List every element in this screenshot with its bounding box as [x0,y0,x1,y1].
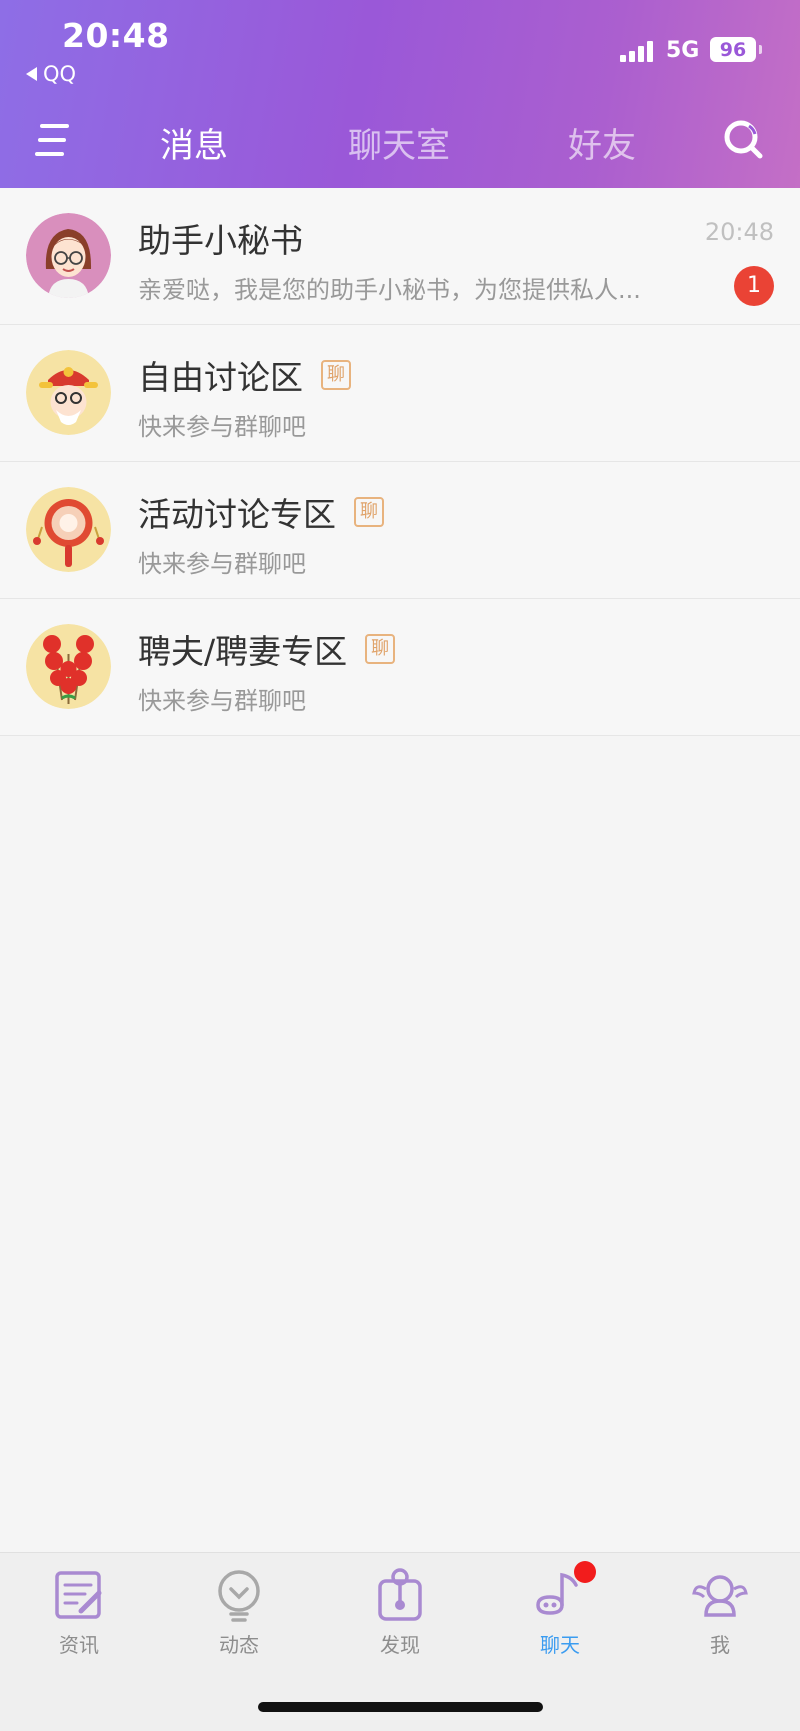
search-icon[interactable] [722,118,764,160]
tabbar-label: 动态 [219,1633,259,1657]
profile-icon [692,1575,748,1617]
group-chat-tag: 聊 [365,634,396,664]
conversation-preview: 快来参与群聊吧 [138,687,306,715]
battery-tip [759,45,762,54]
conversation-title: 聘夫/聘妻专区 聊 [138,625,396,673]
conversation-row[interactable]: 聘夫/聘妻专区 聊 快来参与群聊吧 [0,599,800,736]
conversation-name: 活动讨论专区 [138,495,336,534]
conversation-time: 20:48 [704,218,774,246]
conversation-row[interactable]: 自由讨论区 聊 快来参与群聊吧 [0,325,800,462]
tabbar-label: 聊天 [540,1633,580,1657]
back-app-label: QQ [43,62,77,86]
conversation-name: 助手小秘书 [138,221,303,260]
assistant-avatar-icon [26,213,111,298]
rattle-drum-avatar-icon [26,487,111,572]
chat-icon [532,1561,596,1623]
tabbar-label: 发现 [380,1633,420,1657]
conversation-row[interactable]: 活动讨论专区 聊 快来参与群聊吧 [0,462,800,599]
conversation-name: 聘夫/聘妻专区 [138,632,348,671]
menu-icon[interactable] [34,122,70,158]
group-chat-tag: 聊 [321,360,351,390]
home-indicator[interactable] [258,1702,543,1712]
back-to-app-link[interactable]: QQ [26,62,76,86]
news-icon [55,1571,102,1619]
conversation-row[interactable]: 助手小秘书 亲爱哒，我是您的助手小秘书，为您提供私人... 20:48 1 [0,188,800,325]
tab-friends[interactable]: 好友 [568,118,636,167]
conversation-list: 助手小秘书 亲爱哒，我是您的助手小秘书，为您提供私人... 20:48 1 自由… [0,188,800,736]
tabbar-item-discover[interactable]: 发现 [345,1563,455,1673]
tabbar-item-moments[interactable]: 动态 [184,1563,294,1673]
tab-messages[interactable]: 消息 [160,118,228,167]
battery-icon: 96 [710,37,756,62]
tabbar-label: 我 [710,1633,730,1657]
discover-icon [378,1568,422,1621]
conversation-preview: 亲爱哒，我是您的助手小秘书，为您提供私人... [138,276,641,304]
status-time: 20:48 [62,16,170,55]
tabbar-item-chat[interactable]: 聊天 [505,1561,615,1673]
app-header: 20:48 QQ 5G 96 消息 聊天室 好友 [0,0,800,188]
conversation-title: 自由讨论区 聊 [138,351,351,399]
tabbar-item-profile[interactable]: 我 [665,1563,775,1673]
candied-haws-avatar-icon [26,624,111,709]
tabbar-item-news[interactable]: 资讯 [24,1563,134,1673]
network-type: 5G [666,38,700,63]
tabbar-label: 资讯 [59,1633,99,1657]
conversation-title: 活动讨论专区 聊 [138,488,384,536]
conversation-preview: 快来参与群聊吧 [138,550,306,578]
tab-chatroom[interactable]: 聊天室 [348,118,450,167]
conversation-title: 助手小秘书 [138,214,303,262]
conversation-name: 自由讨论区 [138,358,303,397]
notification-dot [574,1561,596,1583]
conversation-preview: 快来参与群聊吧 [138,413,306,441]
unread-badge: 1 [734,266,774,306]
moments-icon [218,1570,260,1622]
group-chat-tag: 聊 [354,497,384,527]
back-arrow-icon [26,67,37,81]
cellular-signal-icon [620,40,656,62]
god-of-wealth-avatar-icon [26,350,111,435]
